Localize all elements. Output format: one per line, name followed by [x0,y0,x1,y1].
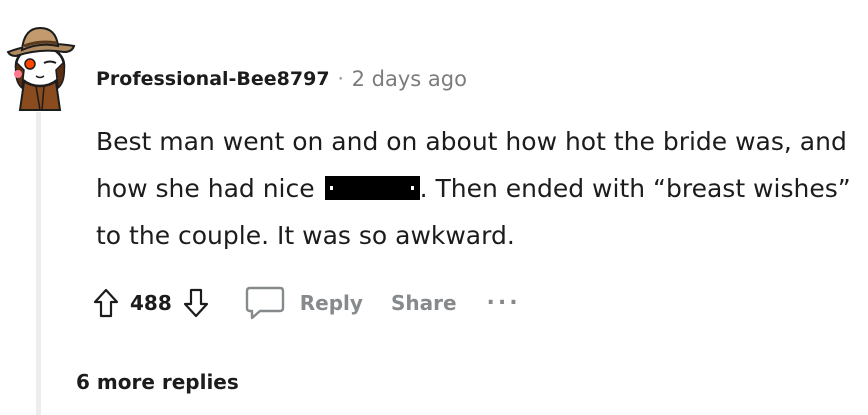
reply-label: Reply [299,291,363,315]
share-button[interactable]: Share [391,291,457,315]
speech-bubble-icon [245,286,284,320]
comment-timestamp[interactable]: 2 days ago [352,67,467,91]
meta-separator: · [337,68,344,90]
redaction-box [324,176,420,200]
reply-button[interactable]: Reply [244,284,363,322]
downvote-arrow-icon[interactable] [182,287,210,319]
more-options-icon[interactable]: ... [487,285,521,310]
comment-meta: Professional-Bee8797 · 2 days ago [96,64,467,94]
author-username[interactable]: Professional-Bee8797 [96,68,330,90]
comment-actions: 488 Reply Share ... [92,282,521,324]
user-avatar[interactable] [2,22,78,112]
vote-score: 488 [130,291,172,315]
upvote-arrow-icon[interactable] [92,287,120,319]
comment-body: Best man went on and on about how hot th… [96,118,856,259]
more-replies-link[interactable]: 6 more replies [76,370,239,394]
thread-line[interactable] [36,112,41,415]
